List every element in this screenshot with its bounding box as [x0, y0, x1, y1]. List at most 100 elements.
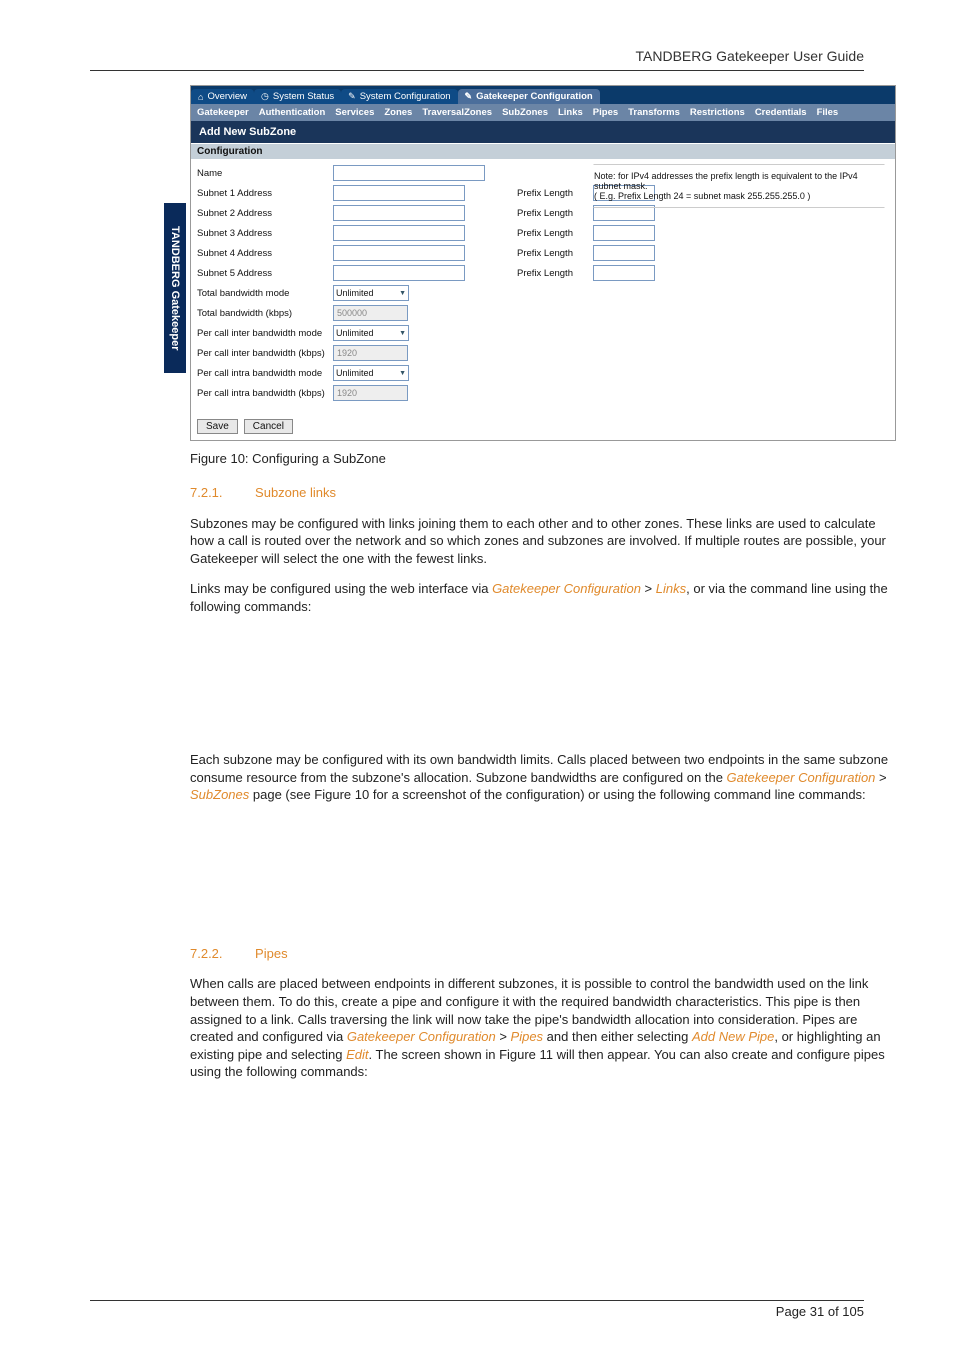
- select-value: Unlimited: [336, 328, 374, 338]
- text: >: [875, 770, 886, 785]
- link-subzones[interactable]: SubZones: [190, 787, 249, 802]
- tab-overview[interactable]: ⌂Overview: [191, 89, 254, 104]
- select-value: Unlimited: [336, 368, 374, 378]
- select-inter-mode[interactable]: Unlimited ▼: [333, 325, 409, 341]
- input-subnet-5[interactable]: [333, 265, 465, 281]
- input-intra-kbps[interactable]: 1920: [333, 385, 408, 401]
- select-total-bw-mode[interactable]: Unlimited▼: [333, 285, 409, 301]
- subtab-gatekeeper[interactable]: Gatekeeper: [197, 107, 249, 118]
- panel-header: Configuration: [191, 143, 895, 159]
- label-prefix-5: Prefix Length: [517, 268, 587, 279]
- label-subnet-2: Subnet 2 Address: [197, 208, 327, 219]
- input-inter-kbps[interactable]: 1920: [333, 345, 408, 361]
- label-subnet-4: Subnet 4 Address: [197, 248, 327, 259]
- tab-label: System Configuration: [360, 91, 451, 102]
- tab-gatekeeper-config[interactable]: ✎Gatekeeper Configuration: [458, 89, 600, 104]
- input-subnet-2[interactable]: [333, 205, 465, 221]
- subtab-traversalzones[interactable]: TraversalZones: [422, 107, 492, 118]
- label-subnet-5: Subnet 5 Address: [197, 268, 327, 279]
- wrench-icon: ✎: [465, 91, 473, 102]
- link-gatekeeper-config[interactable]: Gatekeeper Configuration: [347, 1029, 496, 1044]
- window-title: Add New SubZone: [191, 121, 895, 143]
- spacer: [190, 628, 890, 738]
- input-total-bw-kbps[interactable]: 500000: [333, 305, 408, 321]
- tab-system-status[interactable]: ◷ System Status: [254, 89, 341, 104]
- sub-tabs-row: Gatekeeper Authentication Services Zones…: [191, 104, 895, 121]
- spacer: [190, 817, 890, 927]
- row-intra-kbps: Per call intra bandwidth (kbps) 1920: [197, 385, 889, 401]
- subtab-zones[interactable]: Zones: [384, 107, 412, 118]
- select-intra-mode[interactable]: Unlimited▼: [333, 365, 409, 381]
- label-inter-mode: Per call inter bandwidth mode: [197, 328, 327, 339]
- label-intra-kbps: Per call intra bandwidth (kbps): [197, 388, 327, 399]
- top-tabs-row: ⌂Overview ◷ System Status ✎ System Configu…: [191, 86, 895, 104]
- para-721c: Each subzone may be configured with its …: [190, 751, 890, 804]
- tab-label: Gatekeeper Configuration: [476, 91, 593, 102]
- row-subnet-4: Subnet 4 Address Prefix Length: [197, 245, 889, 261]
- body-text: 7.2.1. Subzone links Subzones may be con…: [190, 484, 890, 1081]
- subtab-authentication[interactable]: Authentication: [259, 107, 326, 118]
- text: and then either selecting: [543, 1029, 692, 1044]
- para-721b: Links may be configured using the web in…: [190, 580, 890, 615]
- row-inter-mode: Per call inter bandwidth mode Unlimited ▼: [197, 325, 889, 341]
- chevron-down-icon: ▼: [399, 330, 406, 337]
- page: TANDBERG Gatekeeper User Guide TANDBERG …: [0, 0, 954, 1349]
- input-prefix-5[interactable]: [593, 265, 655, 281]
- text: page (see Figure 10 for a screenshot of …: [249, 787, 865, 802]
- subtab-files[interactable]: Files: [817, 107, 839, 118]
- subtab-credentials[interactable]: Credentials: [755, 107, 807, 118]
- text: Links may be configured using the web in…: [190, 581, 492, 596]
- row-subnet-5: Subnet 5 Address Prefix Length: [197, 265, 889, 281]
- section-722-head: 7.2.2. Pipes: [190, 945, 890, 963]
- page-footer: Page 31 of 105: [90, 1300, 864, 1319]
- label-prefix-1: Prefix Length: [517, 188, 587, 199]
- subtab-services[interactable]: Services: [335, 107, 374, 118]
- home-icon: ⌂: [198, 92, 203, 102]
- wrench-icon: ✎: [348, 91, 356, 102]
- input-prefix-4[interactable]: [593, 245, 655, 261]
- link-gatekeeper-config[interactable]: Gatekeeper Configuration: [492, 581, 641, 596]
- section-721-head: 7.2.1. Subzone links: [190, 484, 890, 502]
- input-subnet-3[interactable]: [333, 225, 465, 241]
- clock-icon: ◷: [261, 91, 269, 102]
- row-total-bw-kbps: Total bandwidth (kbps) 500000: [197, 305, 889, 321]
- section-num: 7.2.2.: [190, 946, 223, 961]
- save-button[interactable]: Save: [197, 419, 238, 434]
- input-subnet-4[interactable]: [333, 245, 465, 261]
- cancel-button[interactable]: Cancel: [244, 419, 293, 434]
- row-inter-kbps: Per call inter bandwidth (kbps) 1920: [197, 345, 889, 361]
- para-722: When calls are placed between endpoints …: [190, 975, 890, 1080]
- section-title: Subzone links: [255, 485, 336, 500]
- input-subnet-1[interactable]: [333, 185, 465, 201]
- button-row: Save Cancel: [191, 413, 895, 440]
- subtab-links[interactable]: Links: [558, 107, 583, 118]
- link-edit[interactable]: Edit: [346, 1047, 368, 1062]
- row-intra-mode: Per call intra bandwidth mode Unlimited▼: [197, 365, 889, 381]
- section-title: Pipes: [255, 946, 288, 961]
- label-prefix-2: Prefix Length: [517, 208, 587, 219]
- label-subnet-3: Subnet 3 Address: [197, 228, 327, 239]
- input-prefix-3[interactable]: [593, 225, 655, 241]
- select-value: Unlimited: [336, 288, 374, 298]
- row-subnet-3: Subnet 3 Address Prefix Length: [197, 225, 889, 241]
- tab-label: System Status: [273, 91, 334, 102]
- subtab-transforms[interactable]: Transforms: [628, 107, 680, 118]
- link-gatekeeper-config[interactable]: Gatekeeper Configuration: [727, 770, 876, 785]
- link-add-new-pipe[interactable]: Add New Pipe: [692, 1029, 774, 1044]
- input-name[interactable]: [333, 165, 485, 181]
- para-721a: Subzones may be configured with links jo…: [190, 515, 890, 568]
- subtab-pipes[interactable]: Pipes: [593, 107, 618, 118]
- doc-title: TANDBERG Gatekeeper User Guide: [90, 48, 864, 71]
- label-total-bw-kbps: Total bandwidth (kbps): [197, 308, 327, 319]
- brand-sidebar: TANDBERG Gatekeeper: [164, 203, 186, 373]
- text: >: [496, 1029, 511, 1044]
- label-prefix-4: Prefix Length: [517, 248, 587, 259]
- subtab-restrictions[interactable]: Restrictions: [690, 107, 745, 118]
- link-pipes[interactable]: Pipes: [511, 1029, 544, 1044]
- tab-system-config[interactable]: ✎ System Configuration: [341, 89, 457, 104]
- figure-caption: Figure 10: Configuring a SubZone: [190, 451, 864, 466]
- label-intra-mode: Per call intra bandwidth mode: [197, 368, 327, 379]
- link-links[interactable]: Links: [656, 581, 686, 596]
- subtab-subzones[interactable]: SubZones: [502, 107, 548, 118]
- section-num: 7.2.1.: [190, 485, 223, 500]
